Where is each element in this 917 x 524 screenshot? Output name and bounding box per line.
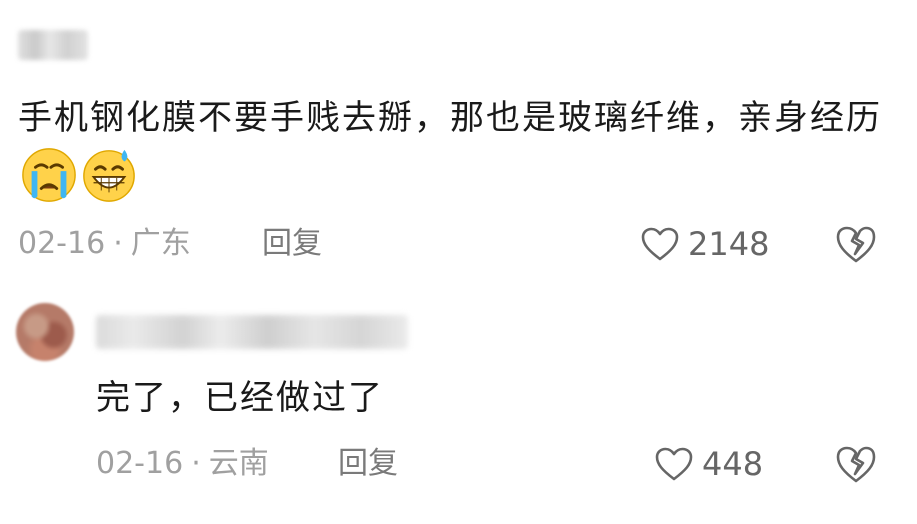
- blurred-username[interactable]: [96, 315, 408, 349]
- comment-body: 手机钢化膜不要手贱去掰，那也是玻璃纤维，亲身经历: [18, 98, 882, 138]
- blurred-username[interactable]: [18, 30, 88, 60]
- comment-text: 完了，已经做过了: [96, 378, 384, 418]
- avatar[interactable]: [16, 303, 74, 361]
- heart-icon: [641, 227, 679, 261]
- comment-location: 云南: [208, 446, 269, 481]
- comment-date: 02-16: [96, 446, 184, 481]
- like-button[interactable]: 448: [654, 444, 763, 484]
- grinning-sweat-face-icon: [80, 146, 138, 204]
- broken-heart-icon[interactable]: [834, 444, 878, 484]
- heart-icon: [655, 447, 693, 481]
- comment-item: 手机钢化膜不要手贱去掰，那也是玻璃纤维，亲身经历 02-16 · 广东 回复 2…: [0, 0, 917, 280]
- meta-separator: ·: [113, 226, 123, 261]
- like-count: 2148: [688, 225, 770, 263]
- like-button[interactable]: 2148: [640, 224, 769, 264]
- comment-meta: 02-16 · 广东: [18, 224, 191, 264]
- broken-heart-icon[interactable]: [834, 224, 878, 264]
- comment-meta: 02-16 · 云南: [96, 444, 269, 484]
- reply-button[interactable]: 回复: [338, 444, 398, 484]
- meta-separator: ·: [191, 446, 201, 481]
- crying-face-icon: [20, 146, 78, 204]
- reply-button[interactable]: 回复: [262, 224, 322, 264]
- comment-location: 广东: [130, 226, 191, 261]
- like-count: 448: [702, 445, 764, 483]
- comment-date: 02-16: [18, 226, 106, 261]
- comment-text: 手机钢化膜不要手贱去掰，那也是玻璃纤维，亲身经历: [18, 90, 898, 207]
